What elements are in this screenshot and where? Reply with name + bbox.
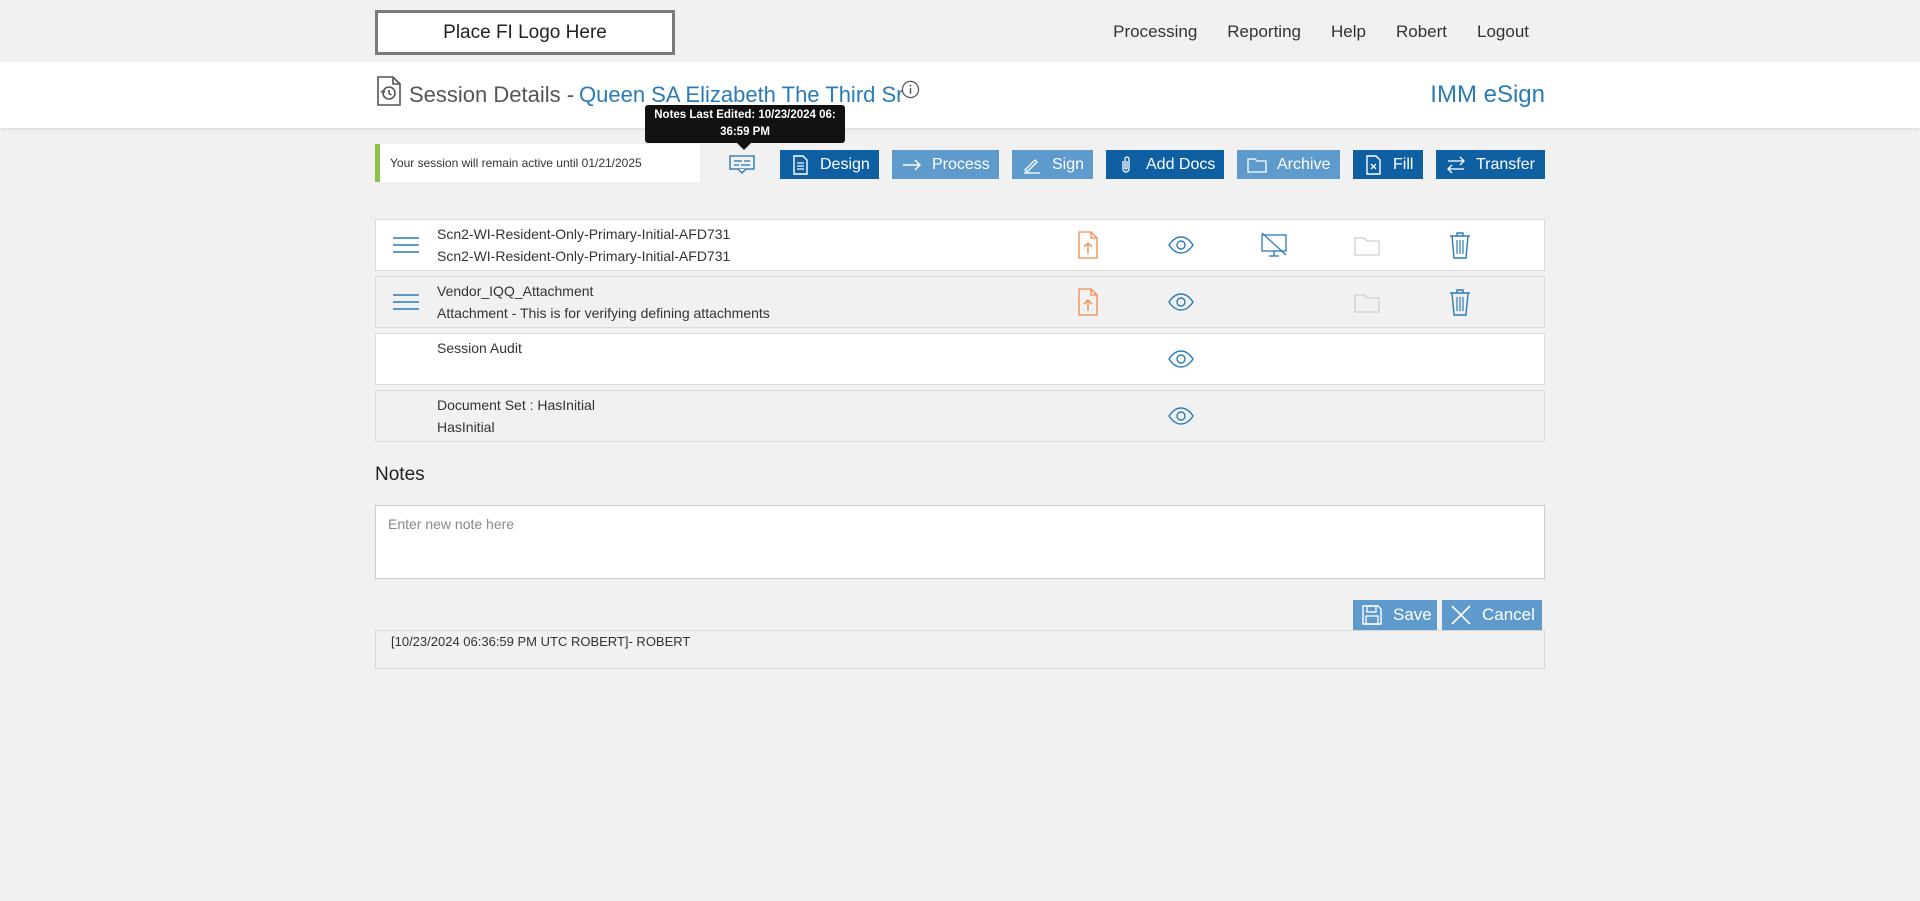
document-description: HasInitial [437, 419, 495, 435]
document-row: Document Set : HasInitial HasInitial [375, 390, 1545, 442]
design-document-icon [793, 154, 808, 175]
view-eye-icon[interactable] [1167, 287, 1195, 317]
folder-icon [1247, 157, 1267, 173]
transfer-button-label: Transfer [1476, 155, 1535, 173]
process-button-label: Process [932, 155, 990, 173]
nav-help[interactable]: Help [1331, 22, 1366, 42]
close-icon [1451, 605, 1471, 625]
document-row: Scn2-WI-Resident-Only-Primary-Initial-AF… [375, 219, 1545, 271]
note-entry: [10/23/2024 06:36:59 PM UTC ROBERT]- ROB… [375, 630, 1545, 669]
document-name: Document Set : HasInitial [437, 397, 595, 413]
notes-heading: Notes [375, 464, 425, 485]
tooltip-line-1: Notes Last Edited: 10/23/2024 06: [654, 109, 836, 121]
upload-document-icon[interactable] [1074, 230, 1102, 260]
add-docs-button-label: Add Docs [1146, 155, 1216, 173]
session-history-icon [377, 76, 401, 106]
view-eye-icon[interactable] [1167, 401, 1195, 431]
info-icon[interactable] [901, 80, 920, 99]
session-active-message: Your session will remain active until 01… [375, 144, 700, 182]
screen-off-icon[interactable] [1260, 230, 1288, 260]
sign-button-label: Sign [1052, 155, 1085, 173]
document-row: Vendor_IQQ_Attachment Attachment - This … [375, 276, 1545, 328]
document-name: Session Audit [437, 340, 522, 356]
design-button-label: Design [820, 155, 870, 173]
brand-name: IMM eSign [1430, 81, 1545, 108]
document-name: Vendor_IQQ_Attachment [437, 283, 594, 299]
view-eye-icon[interactable] [1167, 344, 1195, 374]
new-note-input[interactable] [375, 505, 1545, 579]
archive-button[interactable]: Archive [1237, 150, 1340, 179]
cancel-note-label: Cancel [1482, 605, 1535, 624]
paperclip-icon [1122, 155, 1130, 173]
view-eye-icon[interactable] [1167, 230, 1195, 260]
cancel-note-button[interactable]: Cancel [1442, 600, 1542, 630]
document-description: Scn2-WI-Resident-Only-Primary-Initial-AF… [437, 248, 731, 264]
document-row: Session Audit [375, 333, 1545, 385]
folder-disabled-icon [1354, 294, 1380, 313]
upload-document-icon[interactable] [1074, 287, 1102, 317]
document-name: Scn2-WI-Resident-Only-Primary-Initial-AF… [437, 226, 731, 242]
drag-handle-icon[interactable] [393, 235, 419, 255]
design-button[interactable]: Design [780, 150, 879, 179]
notes-tooltip: Notes Last Edited: 10/23/2024 06: 36:59 … [645, 105, 845, 150]
sign-button[interactable]: Sign [1012, 150, 1093, 179]
transfer-button[interactable]: Transfer [1436, 150, 1545, 179]
page-title: Session Details - [409, 82, 575, 107]
archive-button-label: Archive [1277, 155, 1331, 173]
save-note-label: Save [1393, 605, 1432, 624]
pen-icon [1024, 158, 1040, 174]
main-nav: Processing Reporting Help Robert Logout [1113, 22, 1529, 42]
save-disk-icon [1362, 605, 1382, 625]
trash-icon[interactable] [1446, 287, 1474, 317]
nav-user[interactable]: Robert [1396, 22, 1447, 42]
fill-document-icon [1366, 154, 1381, 175]
top-bar: Place FI Logo Here Processing Reporting … [0, 0, 1920, 62]
nav-reporting[interactable]: Reporting [1227, 22, 1301, 42]
folder-disabled-icon [1354, 237, 1380, 256]
save-note-button[interactable]: Save [1353, 600, 1437, 630]
nav-processing[interactable]: Processing [1113, 22, 1197, 42]
page-header: Session Details - Queen SA Elizabeth The… [0, 62, 1920, 128]
tooltip-line-2: 36:59 PM [720, 126, 770, 138]
transfer-arrows-icon [1447, 156, 1465, 173]
nav-logout[interactable]: Logout [1477, 22, 1529, 42]
fill-button-label: Fill [1393, 155, 1414, 173]
add-docs-button[interactable]: Add Docs [1106, 150, 1224, 179]
drag-handle-icon[interactable] [393, 292, 419, 312]
fill-button[interactable]: Fill [1353, 150, 1423, 179]
notes-comment-icon[interactable] [728, 153, 756, 175]
document-description: Attachment - This is for verifying defin… [437, 305, 770, 321]
process-button[interactable]: Process [892, 150, 999, 179]
logo-placeholder: Place FI Logo Here [375, 10, 675, 55]
arrow-right-icon [903, 159, 921, 170]
trash-icon[interactable] [1446, 230, 1474, 260]
